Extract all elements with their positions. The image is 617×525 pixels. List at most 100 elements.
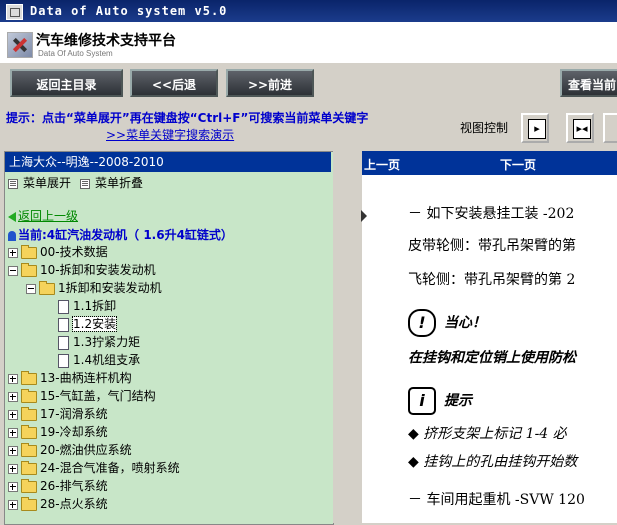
content-line: 皮带轮侧：带孔吊架臂的第 [408,238,576,254]
folder-icon [21,244,37,259]
tree-item[interactable]: 1.3拧紧力矩 [58,334,140,350]
menu-expand-label: 菜单展开 [23,176,72,190]
tree-item[interactable]: 00-技术数据 [8,244,108,260]
window-title: Data of Auto system v5.0 [30,4,228,18]
app-title: 汽车维修技术支持平台 [36,33,176,49]
tree-item[interactable]: 24-混合气准备，喷射系统 [8,460,180,476]
content-line: 飞轮侧：带孔吊架臂的第 2 [408,272,576,288]
tree-item-label: 1.3拧紧力矩 [73,335,141,349]
menu-collapse-label: 菜单折叠 [95,176,144,190]
tree-item-label: 28-点火系统 [40,497,108,511]
vehicle-header: 上海大众--明逸--2008-2010 [5,152,331,172]
note-bullet: ◆ 挂钩上的孔由挂钩开始数 [408,454,578,470]
current-path-text: 当前:4缸汽油发动机（ 1.6升4缸链式） [18,228,233,242]
expand-plus-icon[interactable] [8,373,18,384]
tree-item-label: 15-气缸盖，气门结构 [40,389,156,403]
arrow-right-icon: ▸ [528,119,546,139]
tree-item-label: 19-冷却系统 [40,425,108,439]
note-heading: i 提示 [408,387,472,415]
tree-item[interactable]: 10-拆卸和安装发动机 [8,262,156,278]
collapse-minus-icon[interactable] [8,265,18,276]
tree-item[interactable]: 19-冷却系统 [8,424,108,440]
tree-item-label: 17-润滑系统 [40,407,108,421]
info-icon: i [408,387,436,415]
tree-item-label: 1.4机组支承 [73,353,141,367]
tools-logo-icon [7,32,33,58]
tree-item-label: 24-混合气准备，喷射系统 [40,461,180,475]
folder-icon [21,370,37,385]
pin-icon [8,230,16,241]
note-bullet: ◆ 挤形支架上标记 1-4 必 [408,426,567,442]
forward-button[interactable]: >>前进 [226,69,314,97]
tree-item[interactable]: 1.4机组支承 [58,352,140,368]
folder-icon [21,478,37,493]
tree-item[interactable]: 28-点火系统 [8,496,108,512]
back-level-link[interactable]: 返回上一级 [8,207,78,224]
content-nav-bar: 上一页 下一页 [362,151,617,175]
folder-icon [21,460,37,475]
view-left-panel-button[interactable] [603,113,617,143]
expand-plus-icon[interactable] [8,445,18,456]
view-current-button[interactable]: 查看当前 [560,69,617,97]
folder-icon [21,442,37,457]
content-pane: － 如下安装悬挂工装 -202 皮带轮侧：带孔吊架臂的第 飞轮侧：带孔吊架臂的第… [362,175,617,523]
view-control-label: 视图控制 [460,121,509,135]
tree-item[interactable]: 13-曲柄连杆机构 [8,370,132,386]
tree-item-label: 1.2安装 [71,316,118,332]
back-to-main-button[interactable]: 返回主目录 [10,69,123,97]
tree-item-label: 1拆卸和安装发动机 [58,281,162,295]
back-level-label: 返回上一级 [18,209,79,223]
next-page-link[interactable]: 下一页 [500,156,536,173]
note-label: 提示 [444,393,472,409]
document-icon [58,317,69,332]
search-demo-link[interactable]: >>菜单关键字搜索演示 [106,126,234,143]
tree-item[interactable]: 26-排气系统 [8,478,108,494]
app-subtitle: Data Of Auto System [38,49,113,58]
content-line: － 如下安装悬挂工装 -202 [408,206,575,222]
menu-icon [80,178,90,189]
document-icon [58,299,69,314]
document-icon [58,335,69,350]
current-path: 当前:4缸汽油发动机（ 1.6升4缸链式） [8,226,233,243]
expand-plus-icon[interactable] [8,247,18,258]
folder-icon [21,406,37,421]
expand-plus-icon[interactable] [8,499,18,510]
content-line: － 车间用起重机 -SVW 120 [408,492,585,508]
menu-expand-button[interactable]: 菜单展开 [8,174,71,191]
tree-item-label: 1.1拆卸 [73,299,117,313]
view-right-panel-button[interactable]: ▸ [521,113,549,143]
vehicle-header-text: 上海大众--明逸--2008-2010 [9,155,164,169]
arrow-left-icon [8,211,16,222]
folder-icon [21,388,37,403]
collapse-minus-icon[interactable] [26,283,36,294]
caution-label: 当心！ [444,315,486,331]
document-icon [58,353,69,368]
search-hint: 提示：点击“菜单展开”再在键盘按“Ctrl+F”可搜索当前菜单关键字 [6,111,369,125]
tree-item-label: 20-燃油供应系统 [40,443,132,457]
mouse-cursor [361,210,367,222]
expand-plus-icon[interactable] [8,427,18,438]
tree-item[interactable]: 20-燃油供应系统 [8,442,132,458]
tree-item[interactable]: 1.1拆卸 [58,298,116,314]
tree-item-label: 13-曲柄连杆机构 [40,371,132,385]
prev-page-link[interactable]: 上一页 [364,156,400,173]
expand-plus-icon[interactable] [8,481,18,492]
caution-text: 在挂钩和定位销上使用防松 [408,350,576,366]
panel-splitter[interactable] [333,151,361,523]
title-bar: Data of Auto system v5.0 [0,0,617,22]
tree-item[interactable]: 17-润滑系统 [8,406,108,422]
tree-item[interactable]: 1拆卸和安装发动机 [26,280,162,296]
tree-item-label: 10-拆卸和安装发动机 [40,263,156,277]
expand-plus-icon[interactable] [8,463,18,474]
split-arrows-icon: ▸◂ [573,119,591,139]
back-button[interactable]: <<后退 [130,69,218,97]
expand-plus-icon[interactable] [8,409,18,420]
tree-item-selected[interactable]: 1.2安装 [58,316,118,332]
expand-plus-icon[interactable] [8,391,18,402]
tree-item[interactable]: 15-气缸盖，气门结构 [8,388,156,404]
view-split-button[interactable]: ▸◂ [566,113,594,143]
menu-collapse-button[interactable]: 菜单折叠 [80,174,143,191]
app-window-icon[interactable] [6,4,23,20]
caution-heading: ! 当心！ [408,309,486,337]
caution-icon: ! [408,309,436,337]
